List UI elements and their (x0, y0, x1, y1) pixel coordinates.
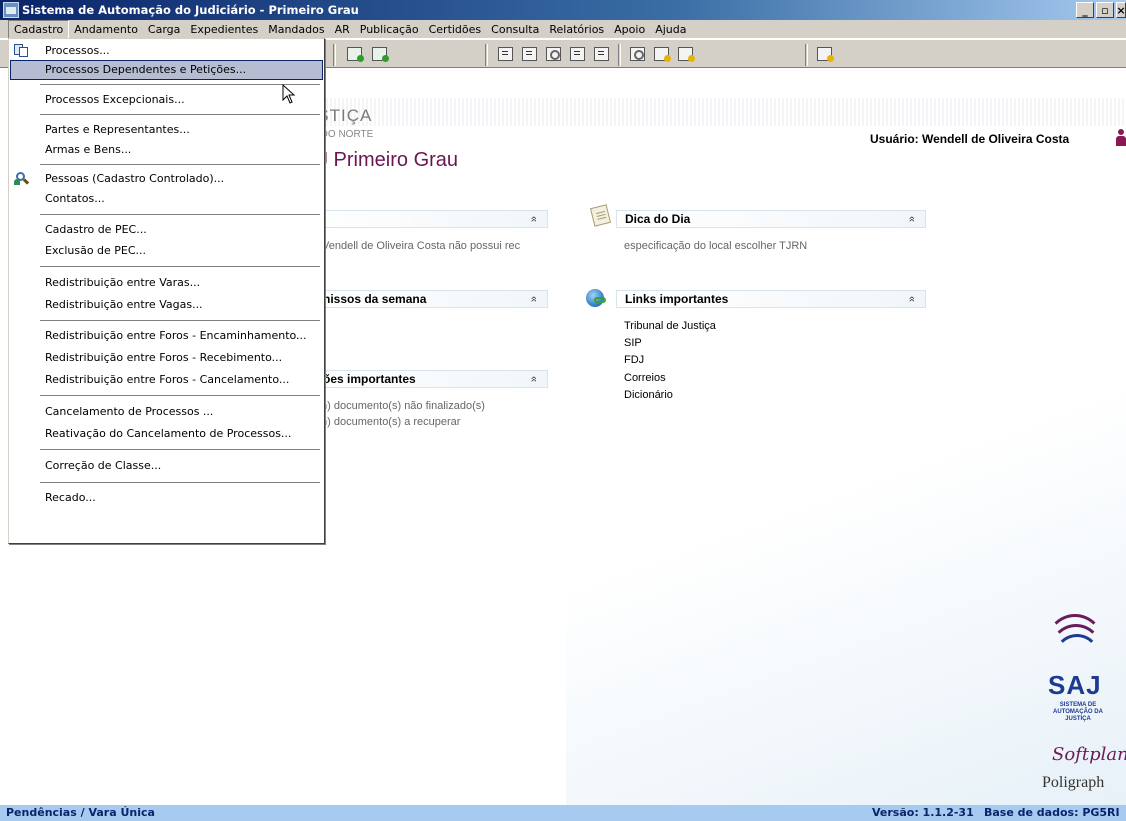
menu-item-armas-bens[interactable]: Armas e Bens... (10, 140, 323, 160)
panel-links-title: Links importantes (625, 292, 729, 306)
toolbar-separator (805, 44, 808, 66)
app-icon[interactable] (3, 2, 19, 18)
menu-item-partes[interactable]: Partes e Representantes... (10, 120, 323, 140)
menu-item-cadastro-pec[interactable]: Cadastro de PEC... (10, 220, 323, 240)
panel-dica-text: especificação do local escolher TJRN (624, 240, 808, 252)
menu-item-processos[interactable]: Processos... (10, 41, 323, 61)
link-tribunal[interactable]: Tribunal de Justiça (624, 320, 716, 332)
menu-item-contatos[interactable]: Contatos... (10, 189, 323, 209)
menu-ar[interactable]: AR (330, 20, 355, 39)
link-dicionario[interactable]: Dicionário (624, 389, 673, 401)
menu-item-processos-excepcionais[interactable]: Processos Excepcionais... (10, 90, 323, 110)
tip-document-icon (588, 204, 612, 227)
menu-andamento[interactable]: Andamento (69, 20, 143, 39)
status-location: Pendências / Vara Única (6, 806, 155, 819)
search-document-icon[interactable] (546, 47, 561, 61)
users-icon[interactable] (817, 47, 834, 62)
menu-item-redistribuicao-foros-cancelamento[interactable]: Redistribuição entre Foros - Cancelament… (10, 370, 323, 390)
toolbar-separator (618, 44, 621, 66)
menu-item-redistribuicao-foros-encaminhamento[interactable]: Redistribuição entre Foros - Encaminhame… (10, 326, 323, 346)
collapse-chevron-icon[interactable]: » (526, 376, 542, 382)
link-correios[interactable]: Correios (624, 372, 666, 384)
globe-link-icon (584, 287, 608, 309)
menu-publicacao[interactable]: Publicação (355, 20, 424, 39)
link-fdj[interactable]: FDJ (624, 354, 644, 366)
menu-cadastro[interactable]: Cadastro (8, 19, 70, 39)
menu-item-pessoas[interactable]: Pessoas (Cadastro Controlado)... (10, 169, 323, 189)
menu-consulta[interactable]: Consulta (486, 20, 544, 39)
document-go-icon[interactable] (347, 47, 364, 62)
title-bar: Sistema de Automação do Judiciário - Pri… (0, 0, 1126, 20)
link-sip[interactable]: SIP (624, 337, 642, 349)
saj-logo: SAJ SISTEMA DE AUTOMAÇÃO DA JUSTIÇA Soft… (1040, 614, 1126, 800)
edit-text-icon[interactable] (570, 47, 585, 61)
menu-carga[interactable]: Carga (143, 20, 185, 39)
search-star-icon[interactable] (654, 47, 671, 62)
menu-bar: Cadastro Andamento Carga Expedientes Man… (0, 19, 1126, 39)
collapse-chevron-icon[interactable]: » (526, 296, 542, 302)
saj-logo-subtitle: SISTEMA DE AUTOMAÇÃO DA JUSTIÇA (1053, 702, 1103, 722)
menu-item-cancelamento-processos[interactable]: Cancelamento de Processos ... (10, 402, 323, 422)
document-go-icon[interactable] (372, 47, 389, 62)
window-title: Sistema de Automação do Judiciário - Pri… (22, 3, 359, 17)
panel-header-important[interactable]: ões importantes » (300, 370, 548, 388)
panel-header-dica[interactable]: Dica do Dia » (616, 210, 926, 228)
softplan-logo: Softplan (1052, 744, 1126, 765)
menu-item-redistribuicao-varas[interactable]: Redistribuição entre Varas... (10, 273, 323, 293)
header-stripe (300, 98, 1126, 126)
menu-mandados[interactable]: Mandados (263, 20, 329, 39)
menu-expedientes[interactable]: Expedientes (185, 20, 263, 39)
menu-item-reativacao-cancelamento[interactable]: Reativação do Cancelamento de Processos.… (10, 424, 323, 444)
menu-item-correcao-classe[interactable]: Correção de Classe... (10, 456, 323, 476)
panel-header-links[interactable]: Links importantes » (616, 290, 926, 308)
search-icon[interactable] (630, 47, 645, 61)
toolbar-separator (333, 44, 336, 66)
menu-ajuda[interactable]: Ajuda (650, 20, 691, 39)
toolbar-separator (485, 44, 488, 66)
status-bar: Pendências / Vara Única Versão: 1.1.2-31… (0, 805, 1126, 821)
menu-certidoes[interactable]: Certidões (424, 20, 487, 39)
copy-document-icon[interactable] (522, 47, 537, 61)
user-icon (1115, 129, 1126, 147)
minimize-button[interactable]: _ (1076, 2, 1094, 18)
close-button[interactable]: × (1116, 2, 1126, 18)
processes-icon (14, 43, 29, 58)
saj-logo-text: SAJ (1048, 670, 1102, 700)
menu-item-redistribuicao-vagas[interactable]: Redistribuição entre Vagas... (10, 295, 323, 315)
cadastro-dropdown-menu: Processos... Processos Dependentes e Pet… (8, 38, 325, 544)
collapse-chevron-icon[interactable]: » (904, 216, 920, 222)
panel-header-messages[interactable]: » (300, 210, 548, 228)
panel-important-title: ões importantes (323, 372, 416, 386)
menu-relatorios[interactable]: Relatórios (544, 20, 609, 39)
mouse-cursor-icon (282, 84, 296, 104)
new-document-icon[interactable] (498, 47, 513, 61)
panel-header-week[interactable]: nissos da semana » (300, 290, 548, 308)
panel-important-line[interactable]: m) documento(s) não finalizado(s) (318, 400, 485, 412)
notepad-icon[interactable] (594, 47, 609, 61)
user-label: Usuário: Wendell de Oliveira Costa (870, 132, 1070, 146)
panel-dica-title: Dica do Dia (625, 212, 691, 226)
panel-important-line[interactable]: m) documento(s) a recuperar (318, 416, 460, 428)
collapse-chevron-icon[interactable]: » (904, 296, 920, 302)
menu-item-recado[interactable]: Recado... (10, 488, 323, 508)
menu-apoio[interactable]: Apoio (609, 20, 650, 39)
poligraph-logo: Poligraph (1042, 774, 1105, 791)
status-version: Versão: 1.1.2-31 (872, 806, 974, 819)
menu-item-redistribuicao-foros-recebimento[interactable]: Redistribuição entre Foros - Recebimento… (10, 348, 323, 368)
system-title: J Primeiro Grau (318, 149, 459, 171)
people-search-icon (14, 171, 30, 186)
restore-button[interactable]: ▫ (1096, 2, 1114, 18)
panel-messages-text: Vendell de Oliveira Costa não possui rec (322, 240, 521, 252)
panel-week-title: nissos da semana (323, 292, 427, 306)
menu-item-processos-dependentes[interactable]: Processos Dependentes e Petições... (10, 60, 323, 80)
collapse-chevron-icon[interactable]: » (526, 216, 542, 222)
menu-item-exclusao-pec[interactable]: Exclusão de PEC... (10, 241, 323, 261)
search-folder-icon[interactable] (678, 47, 695, 62)
status-database: Base de dados: PG5RI (984, 806, 1120, 819)
